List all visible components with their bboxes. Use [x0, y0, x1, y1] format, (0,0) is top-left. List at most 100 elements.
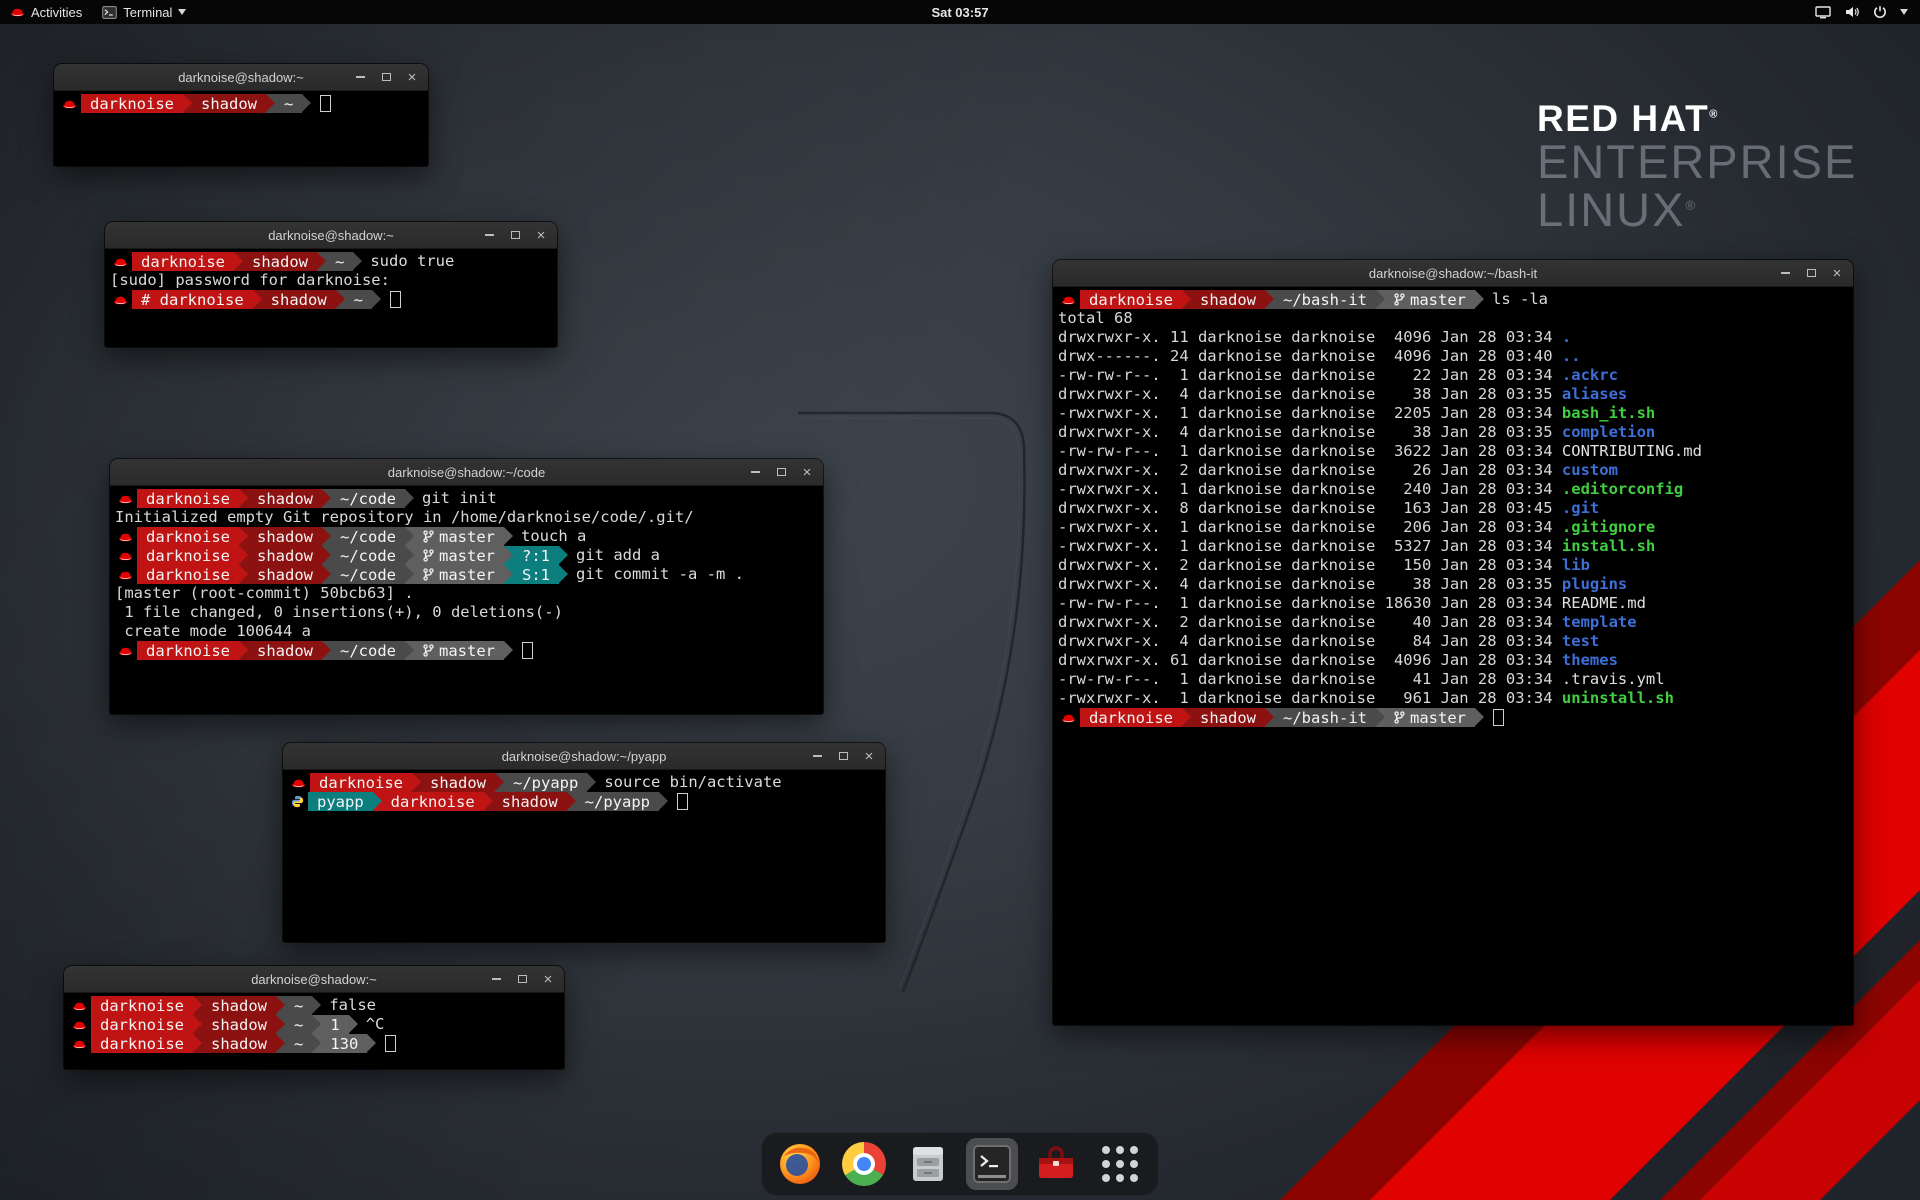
- hat-icon: [62, 94, 77, 113]
- terminal-line: darknoiseshadow~/codemasterS:1git commit…: [115, 565, 823, 584]
- close-button[interactable]: [541, 972, 555, 986]
- prompt-segment-red: # darknoise: [132, 290, 253, 309]
- prompt-segment-teal: ?:1: [513, 546, 559, 565]
- close-button[interactable]: [800, 465, 814, 479]
- prompt-segment-dred: shadow: [1191, 290, 1265, 309]
- titlebar[interactable]: darknoise@shadow:~/pyapp: [283, 743, 885, 770]
- terminal-line: -rwxrwxr-x. 1 darknoise darknoise 5327 J…: [1058, 537, 1853, 556]
- terminal-line: -rw-rw-r--. 1 darknoise darknoise 3622 J…: [1058, 442, 1853, 461]
- terminal-text: drwxrwxr-x. 11 darknoise darknoise 4096 …: [1058, 328, 1562, 347]
- terminal-text: template: [1562, 613, 1637, 632]
- terminal-window-pyapp: darknoise@shadow:~/pyappdarknoiseshadow~…: [283, 743, 885, 942]
- dock-item-show-applications[interactable]: [1094, 1138, 1146, 1190]
- terminal-line: drwxrwxr-x. 4 darknoise darknoise 38 Jan…: [1058, 575, 1853, 594]
- prompt-segment-git: master: [1385, 290, 1475, 309]
- powerline-separator: [322, 641, 331, 660]
- terminal-content[interactable]: darknoiseshadow~/codegit initInitialized…: [110, 486, 823, 714]
- terminal-content[interactable]: darknoiseshadow~falsedarknoiseshadow~1^C…: [64, 993, 564, 1069]
- window-buttons: [1778, 260, 1844, 286]
- terminal-line: darknoiseshadow~/codemastertouch a: [115, 527, 823, 546]
- prompt-segment-teal: S:1: [513, 565, 559, 584]
- maximize-button[interactable]: [836, 749, 850, 763]
- prompt-segment-red: darknoise: [137, 527, 239, 546]
- terminal-line: drwxrwxr-x. 2 darknoise darknoise 26 Jan…: [1058, 461, 1853, 480]
- maximize-button[interactable]: [379, 70, 393, 84]
- maximize-button[interactable]: [1804, 266, 1818, 280]
- maximize-button[interactable]: [508, 228, 522, 242]
- close-button[interactable]: [1830, 266, 1844, 280]
- system-status-area[interactable]: [1815, 0, 1920, 24]
- close-button[interactable]: [862, 749, 876, 763]
- terminal-line: darknoiseshadow~130: [69, 1034, 564, 1053]
- powerline-separator: [276, 996, 285, 1015]
- minimize-button[interactable]: [810, 749, 824, 763]
- maximize-button-glyph: [518, 975, 527, 983]
- dock-item-terminal[interactable]: [966, 1138, 1018, 1190]
- prompt-segment-path: ~/pyapp: [576, 792, 659, 811]
- terminal-text: -rwxrwxr-x. 1 darknoise darknoise 240 Ja…: [1058, 480, 1562, 499]
- terminal-line: darknoiseshadow~sudo true: [110, 252, 557, 271]
- titlebar[interactable]: darknoise@shadow:~/bash-it: [1053, 260, 1853, 287]
- minimize-button[interactable]: [1778, 266, 1792, 280]
- prompt-segment-path: ~/code: [331, 489, 405, 508]
- window-buttons: [482, 222, 548, 248]
- close-button[interactable]: [405, 70, 419, 84]
- terminal-line: darknoiseshadow~1^C: [69, 1015, 564, 1034]
- minimize-button[interactable]: [489, 972, 503, 986]
- titlebar[interactable]: darknoise@shadow:~: [105, 222, 557, 249]
- powerline-separator: [405, 527, 414, 546]
- powerline-separator: [484, 792, 493, 811]
- titlebar[interactable]: darknoise@shadow:~/code: [110, 459, 823, 486]
- minimize-button[interactable]: [353, 70, 367, 84]
- terminal-content[interactable]: darknoiseshadow~sudo true[sudo] password…: [105, 249, 557, 347]
- windows-layer: darknoise@shadow:~ darknoiseshadow~ darkno…: [0, 0, 1920, 1200]
- terminal-text: aliases: [1562, 385, 1627, 404]
- titlebar[interactable]: darknoise@shadow:~: [54, 64, 428, 91]
- terminal-text: -rw-rw-r--. 1 darknoise darknoise 41 Jan…: [1058, 670, 1562, 689]
- terminal-cursor: [320, 95, 331, 112]
- terminal-icon: [970, 1142, 1014, 1186]
- py-icon: [291, 792, 304, 811]
- prompt-segment-git: master: [414, 641, 504, 660]
- terminal-line: drwxrwxr-x. 61 darknoise darknoise 4096 …: [1058, 651, 1853, 670]
- terminal-text: drwxrwxr-x. 4 darknoise darknoise 38 Jan…: [1058, 575, 1562, 594]
- dock-item-firefox[interactable]: [774, 1138, 826, 1190]
- terminal-content[interactable]: darknoiseshadow~/pyappsource bin/activat…: [283, 770, 885, 942]
- powerline-separator: [239, 546, 248, 565]
- minimize-button[interactable]: [748, 465, 762, 479]
- power-icon: [1873, 5, 1887, 19]
- terminal-content[interactable]: darknoiseshadow~/bash-itmasterls -latota…: [1053, 287, 1853, 1025]
- window-title: darknoise@shadow:~: [178, 70, 304, 85]
- titlebar[interactable]: darknoise@shadow:~: [64, 966, 564, 993]
- close-button[interactable]: [534, 228, 548, 242]
- minimize-button[interactable]: [482, 228, 496, 242]
- dock-item-chrome[interactable]: [838, 1138, 890, 1190]
- prompt-segment-path: ~/code: [331, 527, 405, 546]
- powerline-separator: [1182, 290, 1191, 309]
- app-menu-terminal[interactable]: Terminal: [92, 0, 196, 24]
- dock-item-software-toolbox[interactable]: [1030, 1138, 1082, 1190]
- prompt-segment-teal: pyapp: [308, 792, 373, 811]
- maximize-button[interactable]: [774, 465, 788, 479]
- minimize-button-glyph: [751, 471, 760, 473]
- activities-button[interactable]: Activities: [0, 0, 92, 24]
- terminal-content[interactable]: darknoiseshadow~: [54, 91, 428, 166]
- terminal-text: Initialized empty Git repository in /hom…: [115, 508, 694, 527]
- prompt-segment-dred: shadow: [202, 1015, 276, 1034]
- clock[interactable]: Sat 03:57: [931, 5, 988, 20]
- chevron-down-icon: [178, 9, 186, 15]
- powerline-separator: [312, 1034, 321, 1053]
- powerline-separator: [322, 527, 331, 546]
- maximize-button-glyph: [511, 231, 520, 239]
- dock-item-files[interactable]: [902, 1138, 954, 1190]
- prompt-segment-dred: shadow: [1191, 708, 1265, 727]
- terminal-text: -rwxrwxr-x. 1 darknoise darknoise 5327 J…: [1058, 537, 1562, 556]
- minimize-button-glyph: [813, 755, 822, 757]
- maximize-button-glyph: [839, 752, 848, 760]
- powerline-separator: [276, 1034, 285, 1053]
- terminal-window-sudo: darknoise@shadow:~darknoiseshadow~sudo t…: [105, 222, 557, 347]
- maximize-button[interactable]: [515, 972, 529, 986]
- terminal-line: -rwxrwxr-x. 1 darknoise darknoise 961 Ja…: [1058, 689, 1853, 708]
- terminal-line: drwxrwxr-x. 11 darknoise darknoise 4096 …: [1058, 328, 1853, 347]
- terminal-line: drwxrwxr-x. 2 darknoise darknoise 40 Jan…: [1058, 613, 1853, 632]
